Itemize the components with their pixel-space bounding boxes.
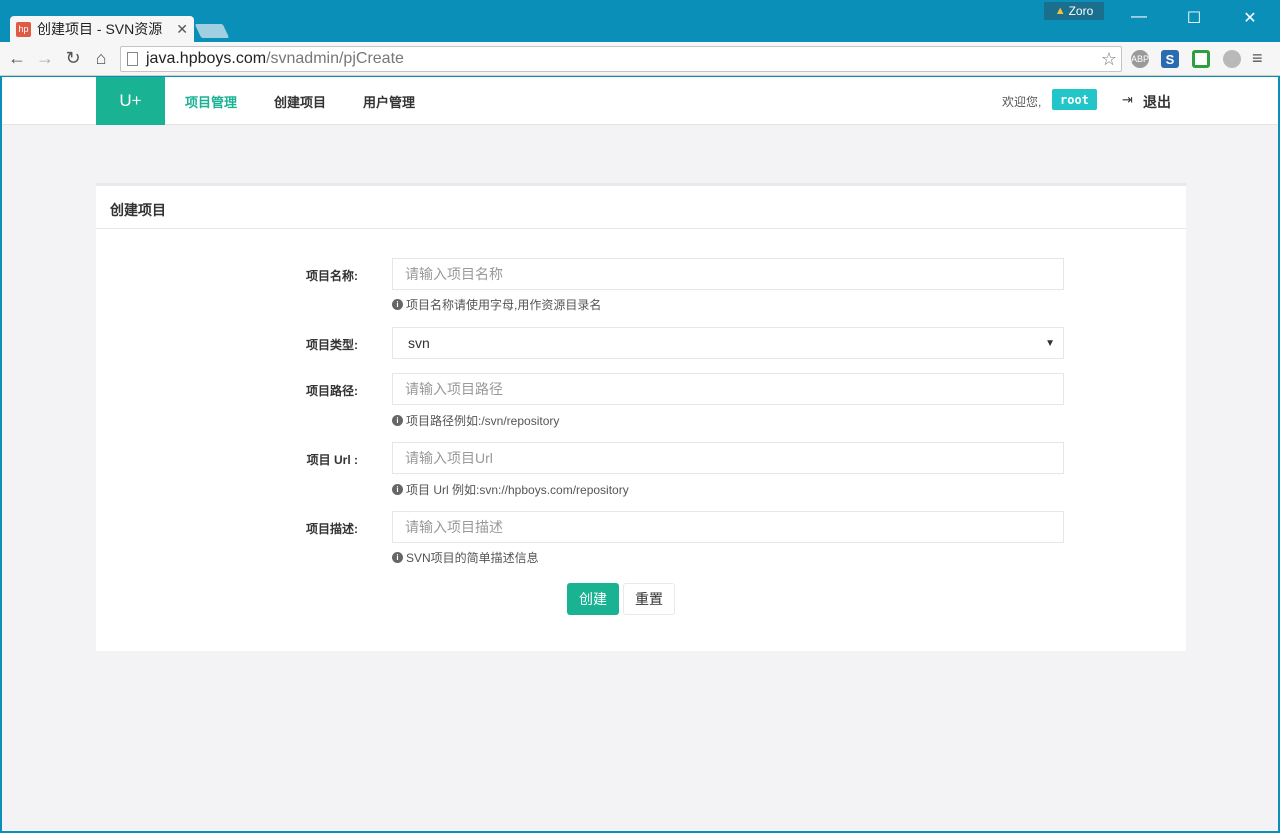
project-name-help-text: 项目名称请使用字母,用作资源目录名 [406, 298, 602, 312]
project-type-value: svn [408, 335, 430, 351]
forward-icon[interactable]: → [34, 48, 56, 69]
project-url-label: 项目 Url : [306, 453, 358, 467]
browser-titlebar: hp 创建项目 - SVN资源 ✕ ▲ Zoro — ☐ ✕ [0, 0, 1280, 42]
app-header: U+ 项目管理 创建项目 用户管理 欢迎您, root ⇥ 退出 [2, 77, 1278, 125]
project-path-input[interactable] [392, 373, 1064, 405]
project-type-label: 项目类型: [306, 338, 358, 352]
close-tab-icon[interactable]: ✕ [176, 21, 188, 38]
abp-icon[interactable]: ABP [1131, 50, 1149, 68]
create-project-panel: 创建项目 项目名称: i 项目名称请使用字母,用作资源目录名 项目类型: svn… [96, 183, 1186, 651]
browser-tab[interactable]: hp 创建项目 - SVN资源 ✕ [10, 16, 194, 42]
new-tab-button[interactable] [194, 24, 230, 38]
panel-title: 创建项目 [96, 186, 1186, 229]
project-path-label: 项目路径: [306, 384, 358, 398]
project-url-help: i 项目 Url 例如:svn://hpboys.com/repository [392, 481, 629, 498]
logout-icon[interactable]: ⇥ [1122, 92, 1133, 108]
moon-icon[interactable] [1223, 50, 1241, 68]
project-url-input[interactable] [392, 442, 1064, 474]
info-icon: i [392, 552, 403, 563]
welcome-text: 欢迎您, [1002, 95, 1042, 109]
project-name-input[interactable] [392, 258, 1064, 290]
profile-badge[interactable]: ▲ Zoro [1044, 2, 1104, 20]
project-name-help: i 项目名称请使用字母,用作资源目录名 [392, 296, 601, 313]
reset-button[interactable]: 重置 [623, 583, 675, 615]
project-path-help: i 项目路径例如:/svn/repository [392, 412, 559, 429]
project-desc-label: 项目描述: [306, 522, 358, 536]
brand-logo[interactable]: U+ [96, 77, 165, 125]
favicon-icon: hp [16, 21, 31, 37]
address-bar[interactable]: java.hpboys.com /svnadmin/pjCreate ☆ [120, 46, 1122, 72]
back-icon[interactable]: ← [6, 48, 28, 69]
green-square-icon[interactable] [1192, 50, 1210, 68]
reload-icon[interactable]: ↻ [62, 48, 84, 69]
close-window-button[interactable]: ✕ [1235, 8, 1265, 28]
caret-down-icon: ▼ [1045, 337, 1055, 349]
project-desc-input[interactable] [392, 511, 1064, 543]
page-content: U+ 项目管理 创建项目 用户管理 欢迎您, root ⇥ 退出 创建项目 项目… [2, 77, 1278, 831]
browser-toolbar: ← → ↻ ⌂ java.hpboys.com /svnadmin/pjCrea… [0, 42, 1280, 76]
tab-title: 创建项目 - SVN资源 [37, 21, 163, 37]
profile-name: Zoro [1068, 4, 1094, 18]
bookmark-star-icon[interactable]: ☆ [1101, 49, 1117, 70]
url-host: java.hpboys.com [146, 50, 267, 67]
nav-item-user-manage[interactable]: 用户管理 [363, 92, 415, 111]
info-icon: i [392, 299, 403, 310]
create-button[interactable]: 创建 [567, 583, 619, 615]
s-icon[interactable]: S [1161, 50, 1179, 68]
project-name-label: 项目名称: [306, 269, 358, 283]
nav-item-project-manage[interactable]: 项目管理 [185, 92, 237, 111]
project-type-select[interactable]: svn ▼ [392, 327, 1064, 359]
username-badge: root [1052, 89, 1097, 110]
logout-link[interactable]: 退出 [1143, 92, 1171, 112]
page-icon [127, 52, 138, 66]
home-icon[interactable]: ⌂ [90, 48, 112, 69]
project-desc-help-text: SVN项目的简单描述信息 [406, 551, 539, 565]
info-icon: i [392, 484, 403, 495]
maximize-button[interactable]: ☐ [1179, 8, 1209, 28]
info-icon: i [392, 415, 403, 426]
nav-item-create-project[interactable]: 创建项目 [274, 92, 326, 111]
minimize-button[interactable]: — [1124, 8, 1154, 26]
project-desc-help: i SVN项目的简单描述信息 [392, 549, 539, 566]
url-path: /svnadmin/pjCreate [266, 50, 404, 67]
project-path-help-text: 项目路径例如:/svn/repository [406, 414, 560, 428]
project-url-help-text: 项目 Url 例如:svn://hpboys.com/repository [406, 483, 629, 497]
warning-icon: ▲ [1054, 5, 1066, 17]
menu-icon[interactable]: ≡ [1252, 48, 1263, 69]
